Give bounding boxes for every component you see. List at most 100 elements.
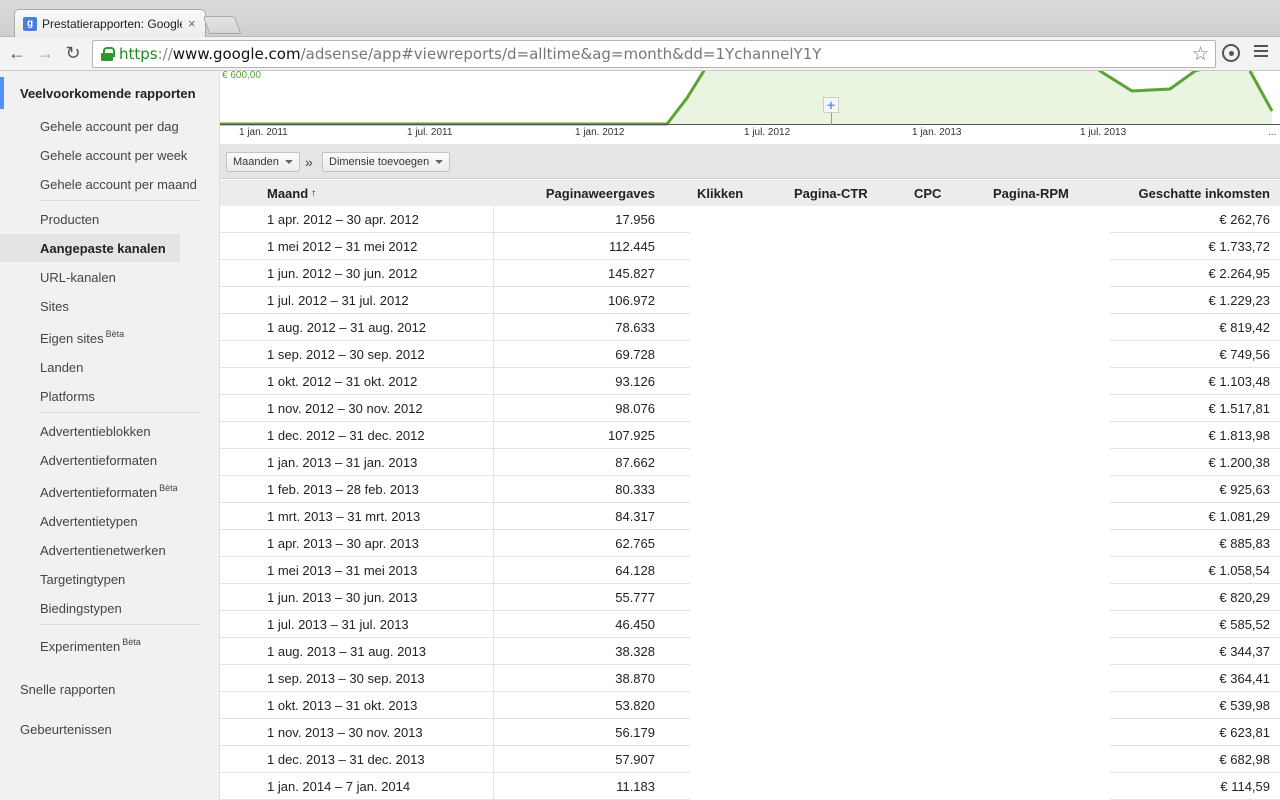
sidebar-item-account-per-month[interactable]: Gehele account per maand bbox=[40, 172, 219, 196]
sidebar-item-account-per-day[interactable]: Gehele account per dag bbox=[40, 114, 219, 138]
table-row: 1 sep. 2012 – 30 sep. 2012 69.728 € 749,56 bbox=[220, 341, 1280, 368]
sidebar-item-platforms[interactable]: Platforms bbox=[40, 384, 219, 408]
cell-pageviews: 62.765 bbox=[494, 530, 690, 557]
sidebar-item-ad-networks[interactable]: Advertentienetwerken bbox=[40, 538, 219, 562]
sidebar-item-ad-sizes-beta[interactable]: Advertentieformaten Bèta bbox=[40, 480, 219, 504]
sidebar-item-label: Advertentieformaten bbox=[40, 484, 158, 500]
column-header-page-ctr[interactable]: Pagina-CTR bbox=[794, 180, 868, 206]
cell-pageviews: 69.728 bbox=[494, 341, 690, 368]
column-header-cpc[interactable]: CPC bbox=[914, 180, 941, 206]
add-annotation-button[interactable]: + bbox=[823, 97, 839, 113]
chart-x-tick: 1 jan. 2013 bbox=[912, 127, 962, 138]
cell-pageviews: 80.333 bbox=[494, 476, 690, 503]
sidebar-item-url-channels[interactable]: URL-kanalen bbox=[40, 265, 219, 289]
cell-pageviews: 46.450 bbox=[494, 611, 690, 638]
cell-pageviews: 87.662 bbox=[494, 449, 690, 476]
tab-close-icon[interactable]: × bbox=[188, 16, 196, 31]
table-row: 1 jan. 2013 – 31 jan. 2013 87.662 € 1.200,… bbox=[220, 449, 1280, 476]
cell-estimated-earnings: € 2.264,95 bbox=[1110, 260, 1280, 287]
url-text: https://www.google.com/adsense/app#viewr… bbox=[119, 45, 821, 63]
cell-month: 1 dec. 2013 – 31 dec. 2013 bbox=[220, 746, 494, 773]
table-header: Maand ↑ Paginaweergaves Klikken Pagina-C… bbox=[220, 180, 1280, 206]
google-favicon-icon: g bbox=[23, 16, 37, 31]
cell-estimated-earnings: € 585,52 bbox=[1110, 611, 1280, 638]
cell-pageviews: 64.128 bbox=[494, 557, 690, 584]
chart-x-tick: 1 jul. 2011 bbox=[407, 127, 453, 138]
sidebar-item-own-sites[interactable]: Eigen sites Bèta bbox=[40, 326, 219, 350]
browser-tabstrip: g Prestatierapporten: Google × bbox=[0, 0, 1280, 37]
cell-pageviews: 53.820 bbox=[494, 692, 690, 719]
column-header-clicks[interactable]: Klikken bbox=[697, 180, 743, 206]
cell-month: 1 dec. 2012 – 31 dec. 2012 bbox=[220, 422, 494, 449]
sidebar-header[interactable]: Veelvoorkomende rapporten bbox=[0, 77, 219, 109]
table-row: 1 sep. 2013 – 30 sep. 2013 38.870 € 364,41 bbox=[220, 665, 1280, 692]
sidebar-item-ad-types[interactable]: Advertentietypen bbox=[40, 509, 219, 533]
chart-x-tick: 1 jul. 2013 bbox=[1080, 127, 1127, 138]
table-row: 1 nov. 2012 – 30 nov. 2012 98.076 € 1.517,… bbox=[220, 395, 1280, 422]
chart-y-label: € 600,00 bbox=[222, 71, 261, 81]
reload-icon[interactable]: ↻ bbox=[62, 42, 84, 64]
extension-icon[interactable] bbox=[1222, 44, 1240, 62]
column-header-page-rpm[interactable]: Pagina-RPM bbox=[993, 180, 1069, 206]
cell-month: 1 jun. 2012 – 30 jun. 2012 bbox=[220, 260, 494, 287]
sidebar-events[interactable]: Gebeurtenissen bbox=[20, 717, 112, 741]
cell-month: 1 jan. 2014 – 7 jan. 2014 bbox=[220, 773, 494, 800]
cell-estimated-earnings: € 344,37 bbox=[1110, 638, 1280, 665]
column-header-month[interactable]: Maand ↑ bbox=[267, 180, 316, 206]
bookmark-star-icon[interactable]: ☆ bbox=[1192, 43, 1209, 66]
table-row: 1 apr. 2012 – 30 apr. 2012 17.956 € 262,76 bbox=[220, 206, 1280, 233]
address-bar[interactable]: https://www.google.com/adsense/app#viewr… bbox=[92, 40, 1216, 68]
sidebar-item-products[interactable]: Producten bbox=[40, 207, 219, 231]
period-dropdown[interactable]: Maanden bbox=[226, 152, 300, 172]
cell-pageviews: 38.870 bbox=[494, 665, 690, 692]
cell-month: 1 sep. 2013 – 30 sep. 2013 bbox=[220, 665, 494, 692]
browser-tab[interactable]: g Prestatierapporten: Google × bbox=[14, 9, 206, 37]
table-row: 1 jun. 2012 – 30 jun. 2012 145.827 € 2.264… bbox=[220, 260, 1280, 287]
add-dimension-label: Dimensie toevoegen bbox=[329, 156, 430, 168]
column-header-estimated-earnings[interactable]: Geschatte inkomsten bbox=[1110, 180, 1271, 206]
sidebar-item-sites[interactable]: Sites bbox=[40, 294, 219, 318]
sidebar-item-countries[interactable]: Landen bbox=[40, 355, 219, 379]
cell-estimated-earnings: € 682,98 bbox=[1110, 746, 1280, 773]
table-row: 1 nov. 2013 – 30 nov. 2013 56.179 € 623,81 bbox=[220, 719, 1280, 746]
forward-arrow-icon[interactable]: → bbox=[34, 42, 56, 64]
back-arrow-icon[interactable]: ← bbox=[6, 42, 28, 64]
new-tab-button[interactable] bbox=[202, 16, 242, 34]
sidebar-item-ad-units[interactable]: Advertentieblokken bbox=[40, 419, 219, 443]
column-header-pageviews[interactable]: Paginaweergaves bbox=[494, 180, 655, 206]
url-scheme: https bbox=[119, 45, 158, 63]
cell-pageviews: 57.907 bbox=[494, 746, 690, 773]
cell-month: 1 sep. 2012 – 30 sep. 2012 bbox=[220, 341, 494, 368]
sidebar-item-label: Eigen sites bbox=[40, 330, 104, 346]
sidebar-item-label: Experimenten bbox=[40, 638, 121, 654]
cell-estimated-earnings: € 820,29 bbox=[1110, 584, 1280, 611]
cell-estimated-earnings: € 1.200,38 bbox=[1110, 449, 1280, 476]
menu-icon[interactable] bbox=[1254, 45, 1268, 59]
cell-estimated-earnings: € 262,76 bbox=[1110, 206, 1280, 233]
chevron-down-icon bbox=[435, 160, 444, 164]
beta-badge: Bèta bbox=[159, 483, 178, 493]
cell-estimated-earnings: € 885,83 bbox=[1110, 530, 1280, 557]
cell-estimated-earnings: € 364,41 bbox=[1110, 665, 1280, 692]
sidebar-item-ad-sizes[interactable]: Advertentieformaten bbox=[40, 448, 219, 472]
sidebar-quick-reports[interactable]: Snelle rapporten bbox=[20, 677, 115, 701]
table-row: 1 mei 2012 – 31 mei 2012 112.445 € 1.733,7… bbox=[220, 233, 1280, 260]
beta-badge: Bèta bbox=[105, 329, 125, 339]
browser-toolbar: ← → ↻ https://www.google.com/adsense/app… bbox=[0, 37, 1280, 71]
sidebar-divider bbox=[40, 624, 200, 625]
sidebar-item-targeting-types[interactable]: Targetingtypen bbox=[40, 567, 219, 591]
table-row: 1 mrt. 2013 – 31 mrt. 2013 84.317 € 1.081,… bbox=[220, 503, 1280, 530]
sidebar-item-experiments[interactable]: Experimenten Bèta bbox=[40, 634, 219, 658]
add-dimension-dropdown[interactable]: Dimensie toevoegen bbox=[322, 152, 451, 172]
report-controls: Maanden » Dimensie toevoegen bbox=[220, 144, 1280, 179]
period-dropdown-label: Maanden bbox=[233, 156, 279, 168]
cell-estimated-earnings: € 1.058,54 bbox=[1110, 557, 1280, 584]
cell-month: 1 apr. 2012 – 30 apr. 2012 bbox=[220, 206, 494, 233]
sidebar-item-bid-types[interactable]: Biedingstypen bbox=[40, 596, 219, 620]
sidebar-item-account-per-week[interactable]: Gehele account per week bbox=[40, 143, 219, 167]
cell-month: 1 okt. 2013 – 31 okt. 2013 bbox=[220, 692, 494, 719]
cell-estimated-earnings: € 1.813,98 bbox=[1110, 422, 1280, 449]
chart-x-tick: 1 jul. 2012 bbox=[744, 127, 791, 138]
sidebar-item-custom-channels[interactable]: Aangepaste kanalen bbox=[0, 234, 180, 262]
table-row: 1 okt. 2013 – 31 okt. 2013 53.820 € 539,98 bbox=[220, 692, 1280, 719]
